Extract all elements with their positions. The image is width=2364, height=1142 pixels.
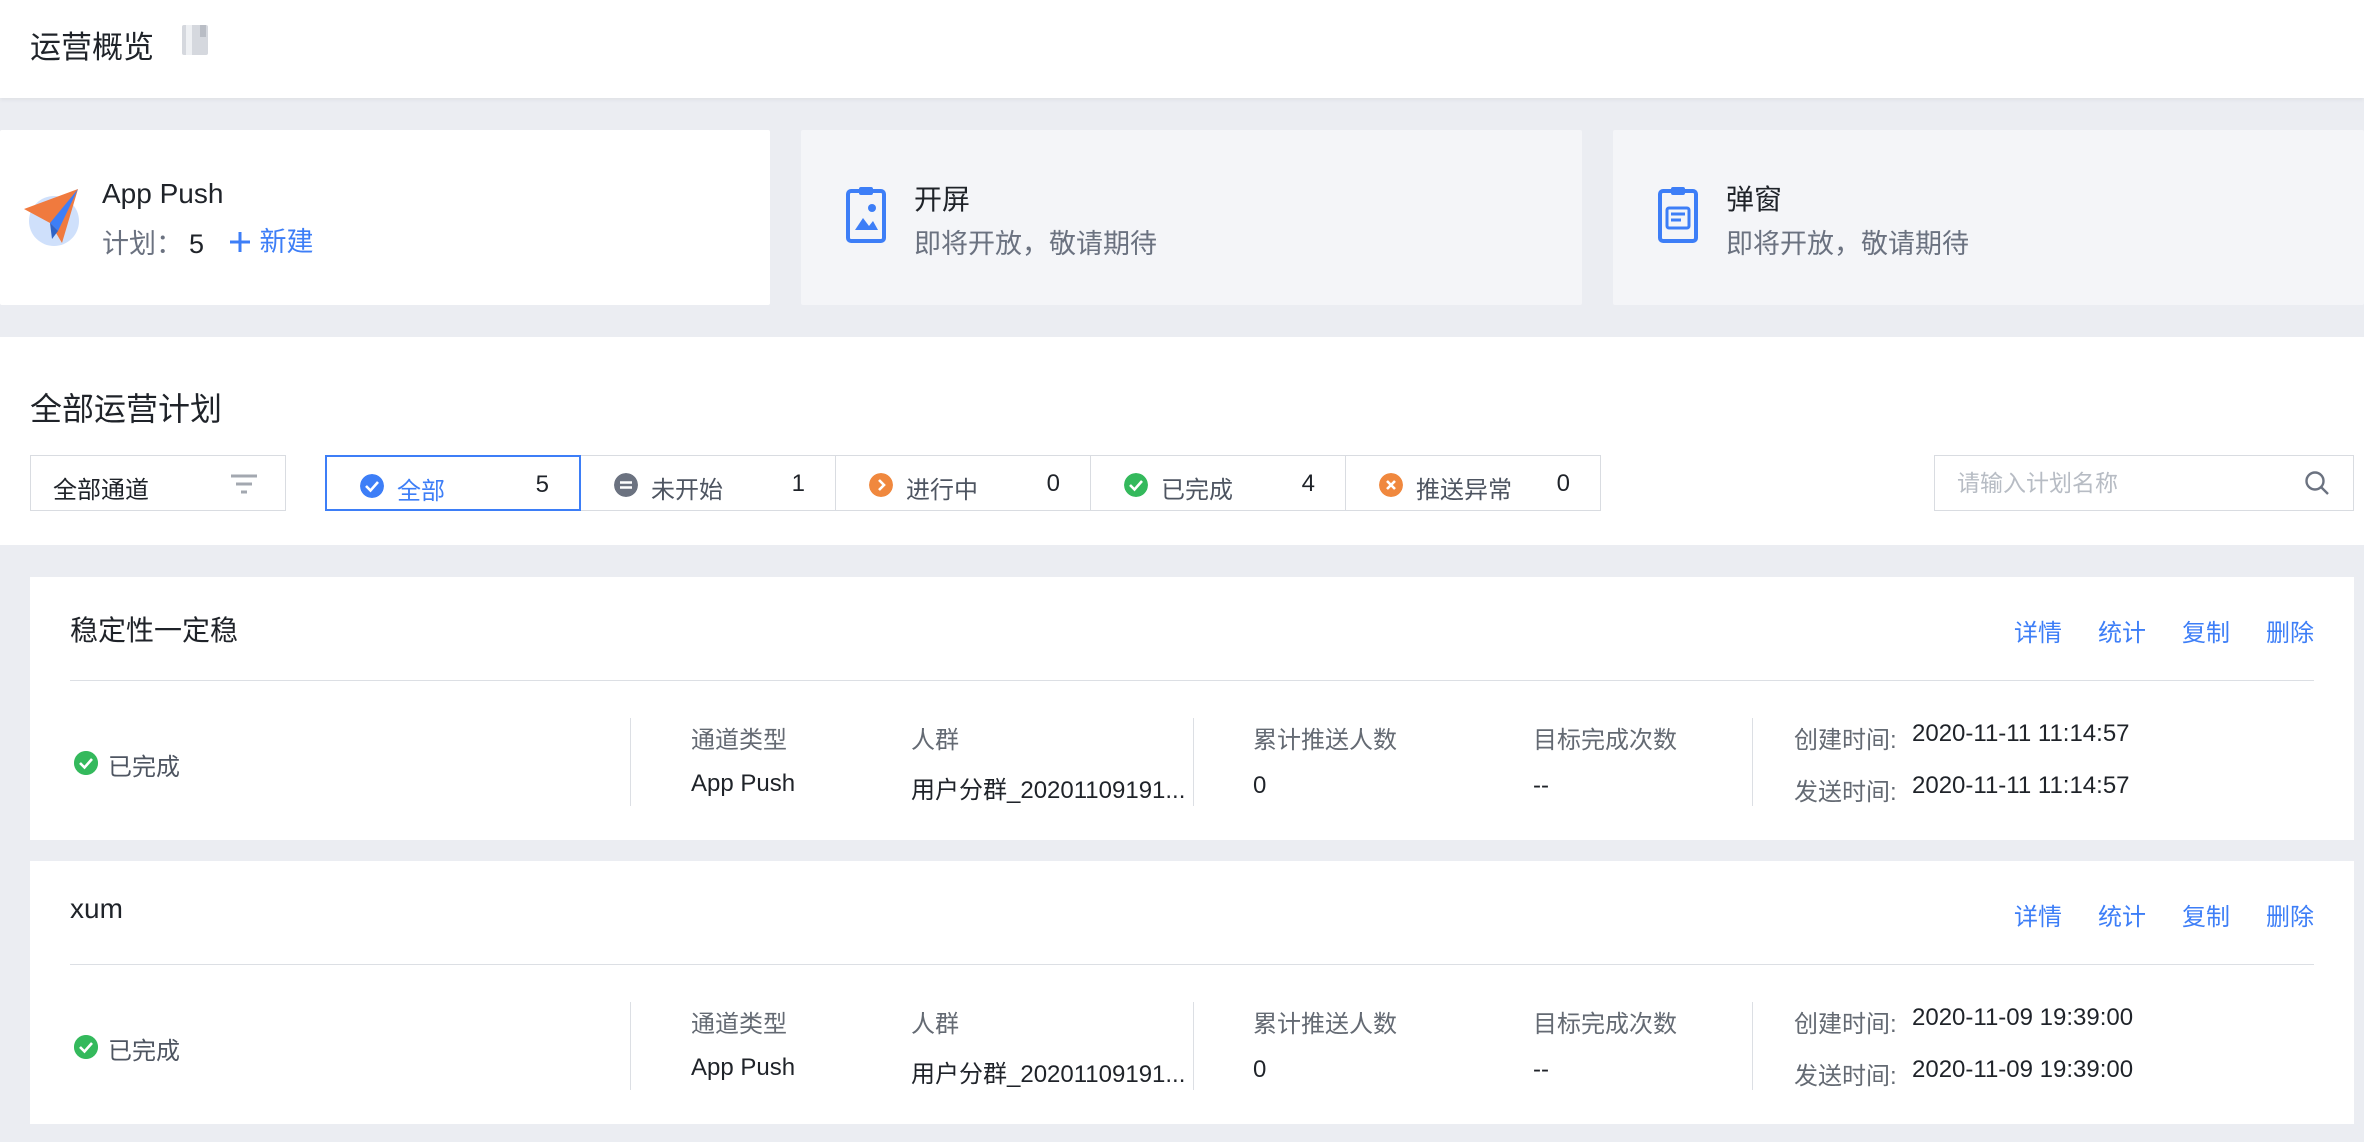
running-circle-icon [869,473,893,497]
plan-card: xum 详情 统计 复制 删除 已完成 通道类型 App Push 人群 用户分… [30,861,2354,1124]
plan-count-value: 5 [189,229,205,259]
total-push-value: 0 [1253,772,1267,799]
section-title: 全部运营计划 [30,391,223,427]
filter-icon [231,474,257,494]
audience-label: 人群 [911,1011,959,1038]
plan-search [1934,455,2354,511]
page-title: 运营概览 [30,30,154,65]
popup-card: 弹窗 即将开放，敬请期待 [1613,130,2364,305]
search-icon[interactable] [2304,470,2330,496]
tab-in-progress[interactable]: 进行中 0 [835,455,1091,511]
delete-link[interactable]: 删除 [2266,897,2314,932]
total-push-label: 累计推送人数 [1253,1011,1397,1038]
sent-at-label: 发送时间: [1794,779,1897,806]
plan-label: 计划： [102,229,183,259]
tab-all[interactable]: 全部 5 [325,455,581,511]
card-subtitle: 即将开放，敬请期待 [1726,229,1969,259]
divider [1752,718,1753,806]
pending-circle-icon [614,473,638,497]
tab-push-error[interactable]: 推送异常 0 [1345,455,1601,511]
audience-value: 用户分群_20201109191... [911,1061,1186,1088]
channel-type-value: App Push [691,1054,796,1081]
doc-icon[interactable] [181,24,211,56]
total-push-value: 0 [1253,1056,1267,1083]
sent-at-value: 2020-11-09 19:39:00 [1912,1056,2134,1083]
tab-label: 已完成 [1161,477,1233,504]
divider [1752,1002,1753,1090]
card-title: App Push [102,178,224,209]
created-at-value: 2020-11-09 19:39:00 [1912,1004,2134,1031]
card-subtitle: 即将开放，敬请期待 [914,229,1157,259]
tab-label: 全部 [397,478,445,505]
channel-type-value: App Push [691,770,796,797]
app-push-card[interactable]: App Push 计划： 5 新建 [0,130,770,305]
card-title: 弹窗 [1726,184,1783,215]
divider [1193,718,1194,806]
tab-completed[interactable]: 已完成 4 [1090,455,1346,511]
copy-link[interactable]: 复制 [2182,613,2230,648]
target-count-label: 目标完成次数 [1533,1011,1677,1038]
target-count-value: -- [1533,1056,1549,1083]
popup-icon [1658,187,1698,243]
sent-at-label: 发送时间: [1794,1063,1897,1090]
channel-type-label: 通道类型 [691,727,787,754]
divider [630,1002,631,1090]
done-circle-icon [74,751,98,775]
done-circle-icon [1124,473,1148,497]
target-count-value: -- [1533,772,1549,799]
stats-link[interactable]: 统计 [2098,897,2146,932]
tab-count: 1 [791,470,805,497]
plus-icon [230,232,250,252]
status-text: 已完成 [108,1038,180,1065]
divider [630,718,631,806]
created-at-label: 创建时间: [1794,727,1897,754]
detail-link[interactable]: 详情 [2014,613,2062,648]
created-at-label: 创建时间: [1794,1011,1897,1038]
stats-link[interactable]: 统计 [2098,613,2146,648]
copy-link[interactable]: 复制 [2182,897,2230,932]
tab-not-started[interactable]: 未开始 1 [580,455,836,511]
tab-count: 4 [1301,470,1315,497]
plan-count: 计划： 5 [102,222,204,261]
channel-select-value: 全部通道 [53,477,149,504]
tab-label: 进行中 [906,477,978,504]
check-circle-icon [360,474,384,498]
plan-name: 稳定性一定稳 [70,615,239,646]
divider [70,964,2314,965]
page-header: 运营概览 [0,0,2364,98]
error-circle-icon [1379,473,1403,497]
tab-count: 5 [535,471,549,498]
new-plan-label: 新建 [259,227,314,257]
divider [1193,1002,1194,1090]
detail-link[interactable]: 详情 [2014,897,2062,932]
tab-label: 未开始 [651,477,723,504]
card-title: 开屏 [914,184,971,215]
plan-actions: 详情 统计 复制 删除 [2014,613,2314,648]
target-count-label: 目标完成次数 [1533,727,1677,754]
channel-type-label: 通道类型 [691,1011,787,1038]
tab-count: 0 [1556,470,1570,497]
sent-at-value: 2020-11-11 11:14:57 [1912,772,2130,799]
plan-actions: 详情 统计 复制 删除 [2014,897,2314,932]
plan-filter-section: 全部运营计划 全部通道 全部 5 未开始 1 进行中 0 已完成 4 推送异常 … [0,337,2364,545]
total-push-label: 累计推送人数 [1253,727,1397,754]
tab-label: 推送异常 [1416,477,1512,504]
plan-name: xum [70,893,123,924]
status-text: 已完成 [108,754,180,781]
search-input[interactable] [1957,466,2297,500]
status-tabs: 全部 5 未开始 1 进行中 0 已完成 4 推送异常 0 [325,455,1601,511]
divider [70,680,2314,681]
done-circle-icon [74,1035,98,1059]
channel-select[interactable]: 全部通道 [30,455,286,511]
splash-screen-icon [846,187,886,243]
audience-value: 用户分群_20201109191... [911,777,1186,804]
splash-card: 开屏 即将开放，敬请期待 [801,130,1582,305]
created-at-value: 2020-11-11 11:14:57 [1912,720,2130,747]
plan-card: 稳定性一定稳 详情 统计 复制 删除 已完成 通道类型 App Push 人群 … [30,577,2354,840]
audience-label: 人群 [911,727,959,754]
paper-plane-icon [24,189,79,246]
delete-link[interactable]: 删除 [2266,613,2314,648]
new-plan-button[interactable]: 新建 [228,220,314,259]
tab-count: 0 [1046,470,1060,497]
